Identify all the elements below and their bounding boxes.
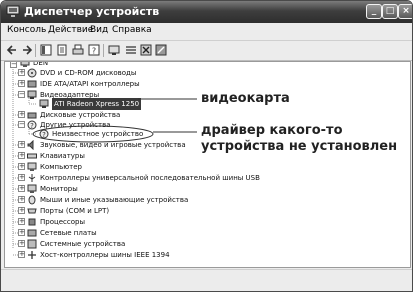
- toolbar-separator: [103, 44, 104, 57]
- annotation-video-card: видеокарта: [201, 91, 290, 106]
- menu-action[interactable]: Действие: [48, 25, 93, 35]
- menu-bar: Консоль Действие Вид Справка: [1, 23, 412, 41]
- highlight-ellipse: [32, 125, 154, 143]
- scan-hardware-icon[interactable]: [108, 44, 120, 56]
- device-manager-window: Диспетчер устройств _ □ × Консоль Действ…: [0, 0, 413, 292]
- annotation-driver-line1: драйвер какого-то: [201, 123, 343, 138]
- back-icon[interactable]: [6, 44, 18, 56]
- disable-device-icon[interactable]: [140, 44, 152, 56]
- device-manager-icon: [6, 5, 20, 17]
- maximize-button[interactable]: □: [382, 4, 398, 19]
- status-bar: [1, 269, 412, 291]
- close-button[interactable]: ×: [398, 4, 412, 19]
- print-icon[interactable]: [72, 44, 84, 56]
- forward-icon[interactable]: [21, 44, 33, 56]
- annotation-driver-line2: устройства не установлен: [201, 139, 398, 154]
- device-tree[interactable]: − DEN + DVD и CD-ROM дисководы + IDE ATA…: [4, 61, 411, 268]
- menu-view[interactable]: Вид: [90, 25, 108, 35]
- toolbar: ?: [1, 41, 412, 61]
- menu-help[interactable]: Справка: [112, 25, 152, 35]
- help-icon[interactable]: ?: [88, 44, 100, 56]
- window-title: Диспетчер устройств: [24, 5, 160, 18]
- menu-console[interactable]: Консоль: [7, 25, 46, 35]
- properties-icon[interactable]: [56, 44, 68, 56]
- toolbar-separator: [35, 44, 36, 57]
- update-driver-icon[interactable]: [125, 44, 137, 56]
- console-tree-icon[interactable]: [40, 44, 52, 56]
- uninstall-device-icon[interactable]: [155, 44, 167, 56]
- svg-text:?: ?: [92, 47, 96, 56]
- title-bar[interactable]: Диспетчер устройств _ □ ×: [1, 1, 412, 23]
- minimize-button[interactable]: _: [366, 4, 382, 19]
